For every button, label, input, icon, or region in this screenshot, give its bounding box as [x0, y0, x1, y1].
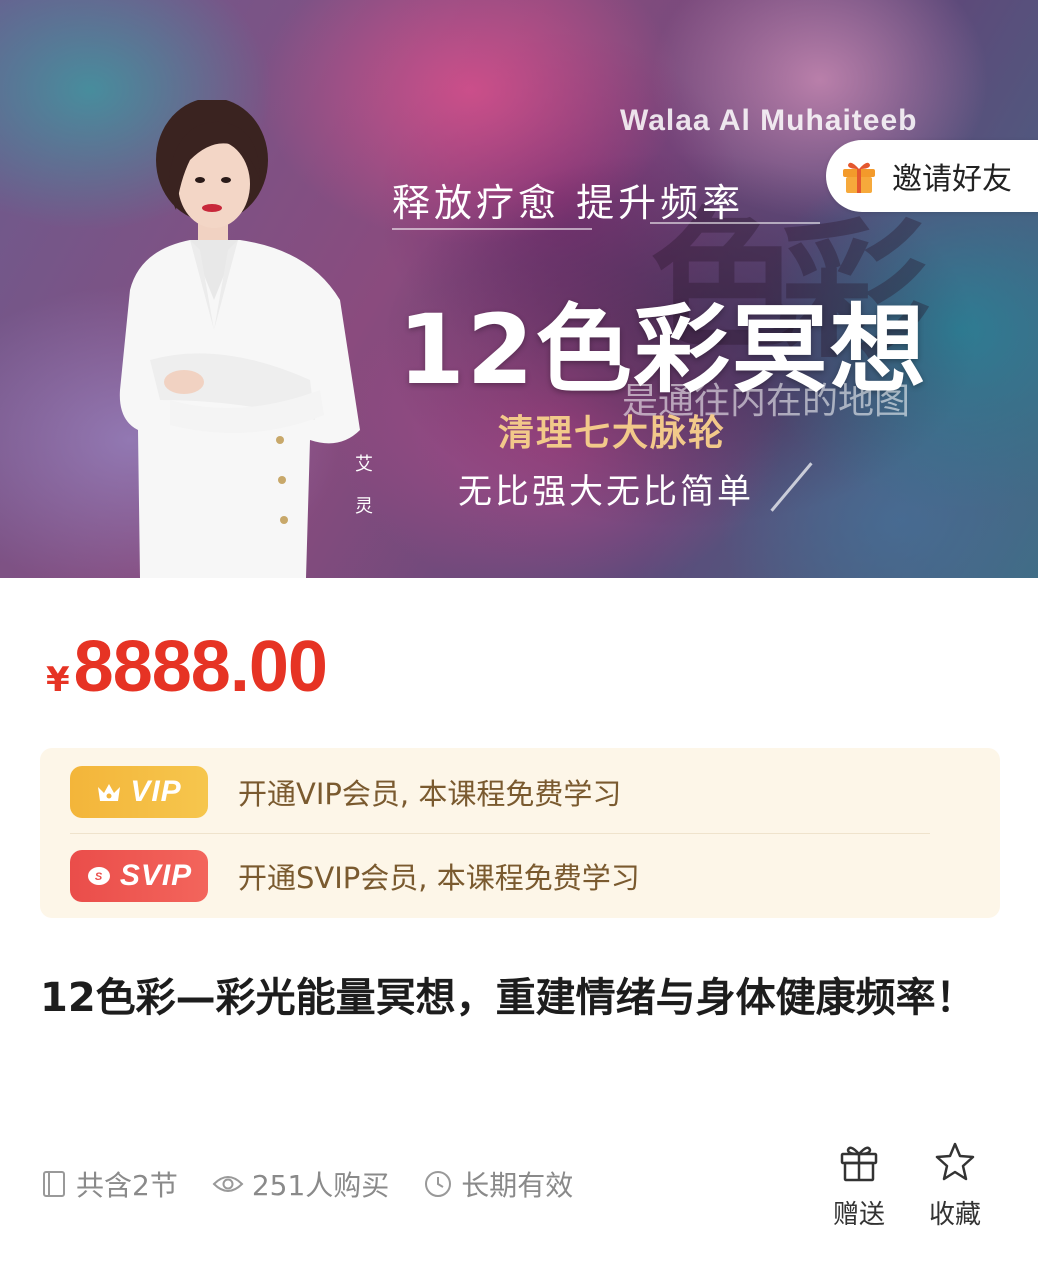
- svip-offer-row[interactable]: S SVIP 开通SVIP会员, 本课程免费学习: [70, 834, 940, 918]
- star-icon: [935, 1142, 975, 1181]
- validity: 长期有效: [423, 1164, 573, 1204]
- gift-icon: [840, 1146, 878, 1182]
- vip-offer-row[interactable]: VIP 开通VIP会员, 本课程免费学习: [70, 750, 940, 834]
- banner-tagline: 无比强大无比简单: [458, 472, 754, 512]
- diamond-icon: S: [87, 867, 110, 885]
- invite-friends-label: 邀请好友: [892, 162, 1012, 197]
- gift-label: 赠送: [832, 1200, 885, 1230]
- gift-button[interactable]: 赠送: [824, 1140, 894, 1231]
- favorite-button[interactable]: 收藏: [920, 1140, 990, 1231]
- eye-icon: [212, 1176, 244, 1192]
- price: ¥ 8888.00: [46, 626, 328, 716]
- crown-icon: [98, 784, 121, 801]
- vip-badge-label: VIP: [130, 775, 182, 808]
- invite-friends-button[interactable]: 邀请好友: [826, 140, 1038, 212]
- course-meta: 共含2节 251人购买 长期有效: [40, 1164, 607, 1204]
- course-banner: 色 彩 Walaa Al Muhaiteeb 释放疗愈 提升频率 12色彩冥想 …: [0, 0, 1038, 578]
- validity-text: 长期有效: [461, 1169, 574, 1202]
- favorite-label: 收藏: [928, 1200, 981, 1230]
- membership-box: VIP 开通VIP会员, 本课程免费学习 S SVIP 开通SVIP会员, 本课…: [40, 748, 1000, 918]
- lesson-icon: [43, 1171, 65, 1197]
- clock-icon: [425, 1171, 452, 1197]
- buyers-count-text: 251人购买: [251, 1169, 390, 1202]
- vip-badge: VIP: [70, 766, 208, 818]
- lessons-count-text: 共含2节: [76, 1169, 178, 1202]
- svip-badge: S SVIP: [70, 850, 208, 902]
- banner-divider: [392, 228, 592, 230]
- banner-divider: [650, 222, 820, 224]
- price-value: 8888.00: [73, 627, 328, 707]
- svip-badge-label: SVIP: [119, 859, 193, 892]
- presenter-illustration: [119, 100, 361, 578]
- buyers-count: 251人购买: [212, 1164, 389, 1204]
- banner-gold-text: 清理七大脉轮: [498, 413, 727, 454]
- vip-offer-text: 开通VIP会员, 本课程免费学习: [238, 777, 622, 811]
- banner-slogan: 释放疗愈 提升频率: [392, 181, 745, 225]
- svg-text:S: S: [95, 871, 103, 883]
- svip-offer-text: 开通SVIP会员, 本课程免费学习: [238, 861, 640, 895]
- banner-author-name: Walaa Al Muhaiteeb: [620, 104, 918, 137]
- lessons-count: 共含2节: [40, 1164, 178, 1204]
- gift-icon: [843, 162, 875, 193]
- price-currency: ¥: [46, 660, 70, 700]
- course-title: 12色彩—彩光能量冥想，重建情绪与身体健康频率！: [40, 975, 976, 1021]
